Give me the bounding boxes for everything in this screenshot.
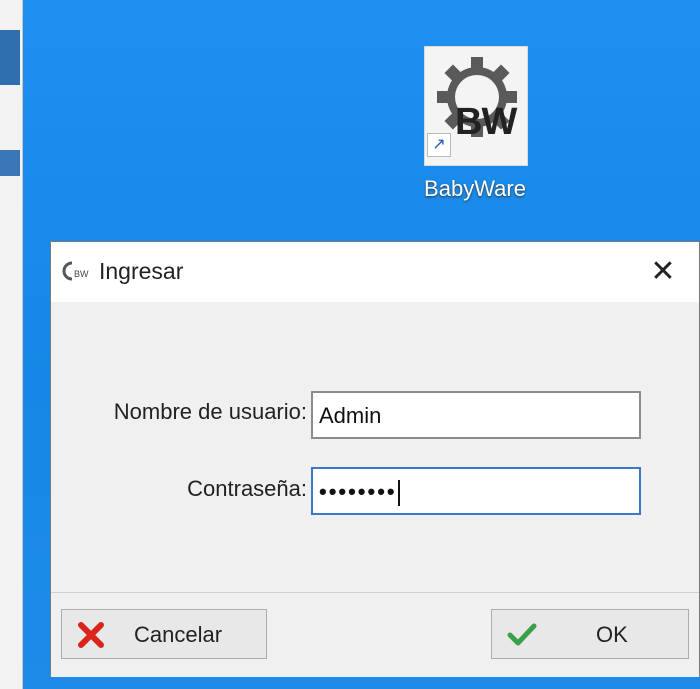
- dialog-title: Ingresar: [99, 258, 184, 284]
- background-window-element: [0, 30, 20, 85]
- password-field[interactable]: ••••••••: [311, 467, 641, 515]
- shortcut-logo-text: BW: [455, 101, 517, 143]
- shortcut-icon-tile[interactable]: BW ↗: [424, 46, 528, 166]
- babyware-app-icon: BW: [62, 261, 89, 281]
- dialog-body: Nombre de usuario: Admin Contraseña: •••…: [51, 302, 699, 592]
- dialog-titlebar[interactable]: BW Ingresar ✕: [51, 242, 699, 302]
- username-field[interactable]: Admin: [311, 391, 641, 439]
- shortcut-arrow-icon: ↗: [427, 133, 451, 157]
- username-label: Nombre de usuario:: [113, 399, 307, 424]
- cancel-button[interactable]: Cancelar: [61, 609, 267, 659]
- background-window-element: [0, 150, 20, 176]
- password-label: Contraseña:: [187, 476, 307, 501]
- background-window-edge: [0, 0, 23, 689]
- text-cursor: [397, 480, 400, 507]
- username-value: Admin: [319, 403, 382, 428]
- shortcut-label[interactable]: BabyWare: [410, 176, 540, 202]
- green-check-icon: [507, 623, 537, 646]
- password-masked-value: ••••••••: [319, 479, 397, 504]
- ok-button[interactable]: OK: [491, 609, 689, 659]
- login-dialog: BW Ingresar ✕ Nombre de usuario: Admin C…: [50, 241, 700, 677]
- red-x-icon: [78, 622, 104, 648]
- svg-text:BW: BW: [74, 269, 89, 279]
- close-icon[interactable]: ✕: [643, 252, 683, 292]
- ok-button-label: OK: [596, 622, 628, 647]
- cancel-button-label: Cancelar: [134, 622, 223, 647]
- dialog-footer: Cancelar OK: [51, 592, 699, 677]
